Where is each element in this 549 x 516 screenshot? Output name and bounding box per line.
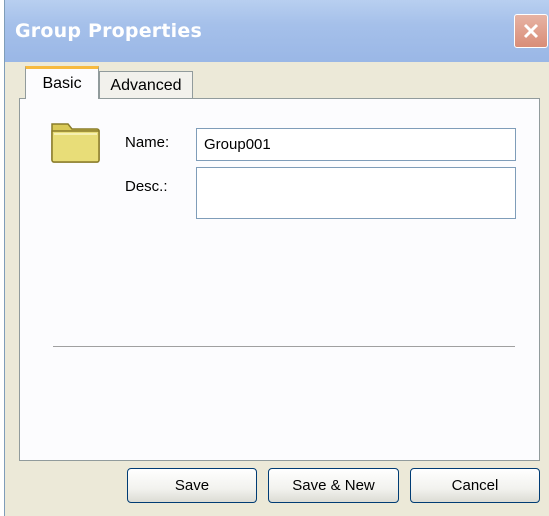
close-button[interactable]	[514, 14, 548, 48]
cancel-button[interactable]: Cancel	[410, 468, 540, 503]
title-bar[interactable]: Group Properties	[5, 0, 549, 62]
desc-label: Desc.:	[125, 178, 168, 195]
separator-line	[53, 346, 515, 347]
save-new-button[interactable]: Save & New	[268, 468, 399, 503]
save-button[interactable]: Save	[127, 468, 257, 503]
tab-basic-label: Basic	[42, 75, 82, 92]
name-field-value: Group001	[204, 136, 271, 153]
folder-icon	[49, 118, 101, 168]
save-button-label: Save	[174, 477, 210, 494]
desc-field[interactable]	[196, 167, 516, 219]
window-title: Group Properties	[15, 20, 202, 42]
tab-advanced-label: Advanced	[110, 76, 182, 94]
tab-basic[interactable]: Basic	[25, 66, 99, 99]
save-new-button-label: Save & New	[292, 477, 375, 494]
close-icon	[523, 23, 539, 39]
name-label: Name:	[125, 134, 170, 151]
group-properties-dialog: Group Properties Basic Advanced Name: Gr…	[4, 0, 549, 516]
name-field[interactable]: Group001	[196, 128, 516, 161]
tab-advanced[interactable]: Advanced	[99, 71, 193, 99]
cancel-button-label: Cancel	[451, 477, 499, 494]
